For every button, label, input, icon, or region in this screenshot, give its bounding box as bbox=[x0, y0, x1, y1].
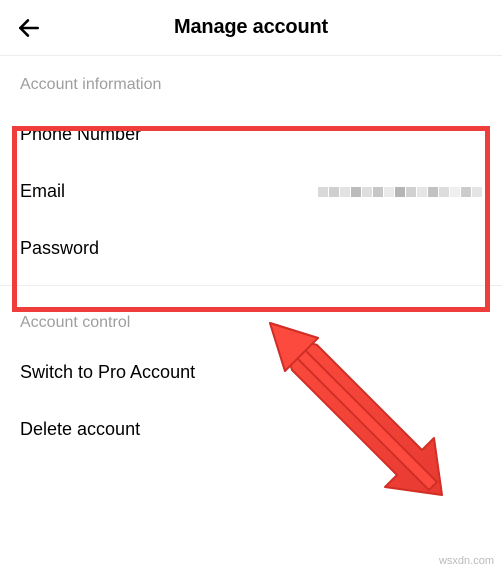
arrow-left-icon bbox=[16, 15, 42, 41]
row-delete-account[interactable]: Delete account bbox=[0, 401, 502, 458]
page-title: Manage account bbox=[0, 16, 502, 39]
section-divider bbox=[0, 285, 502, 286]
row-label: Phone Number bbox=[20, 124, 141, 145]
section-header-account-info: Account information bbox=[0, 56, 502, 106]
row-password[interactable]: Password bbox=[0, 220, 502, 277]
header-bar: Manage account bbox=[0, 0, 502, 56]
watermark: wsxdn.com bbox=[439, 555, 494, 567]
row-phone-number[interactable]: Phone Number bbox=[0, 106, 502, 163]
row-label: Email bbox=[20, 181, 65, 202]
email-value-obscured bbox=[318, 187, 482, 197]
row-label: Delete account bbox=[20, 419, 140, 440]
row-label: Switch to Pro Account bbox=[20, 362, 195, 383]
row-email[interactable]: Email bbox=[0, 163, 502, 220]
row-switch-pro[interactable]: Switch to Pro Account bbox=[0, 344, 502, 401]
back-button[interactable] bbox=[14, 13, 44, 43]
row-label: Password bbox=[20, 238, 99, 259]
section-header-account-control: Account control bbox=[0, 294, 502, 344]
